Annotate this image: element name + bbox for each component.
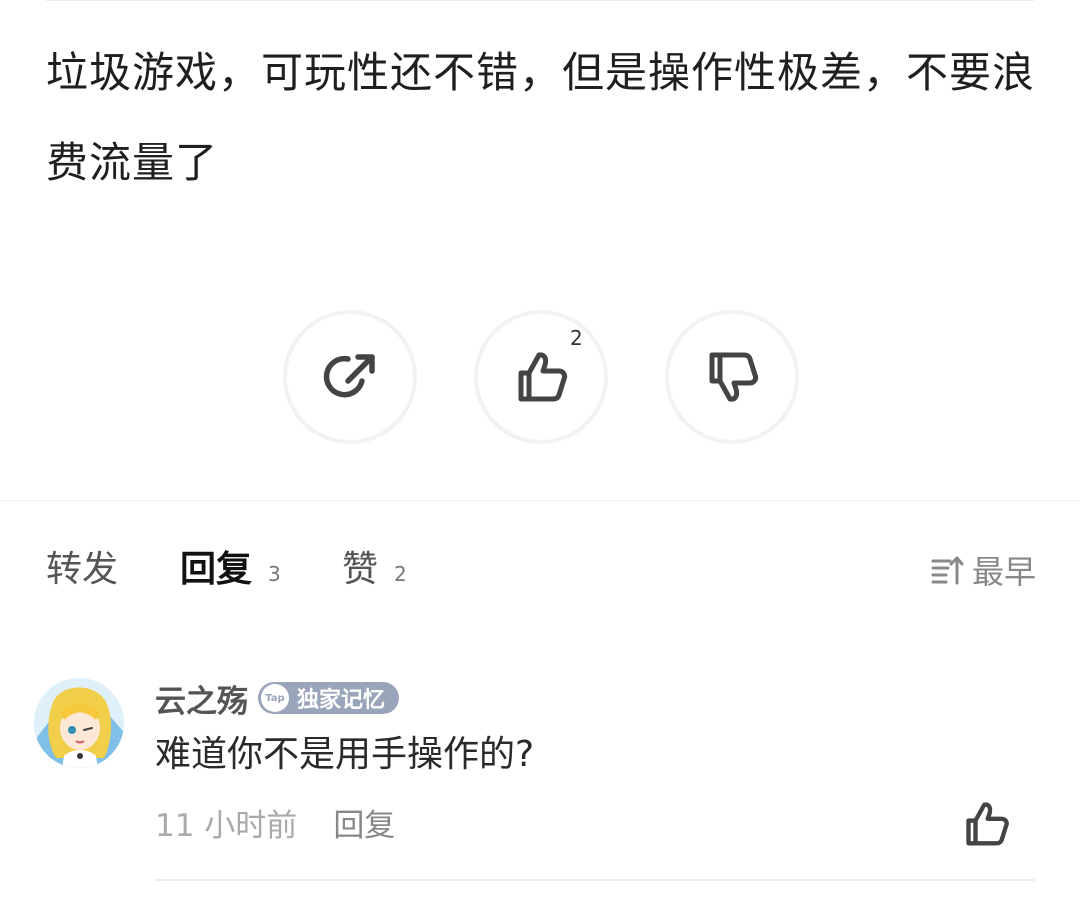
comment-tabs: 转发 回复 3 赞 2 最早 [46,540,1036,610]
tap-badge-icon: Tap [261,684,289,712]
like-count: 2 [570,326,583,350]
comment-user-row: 云之殇 Tap 独家记忆 [155,676,400,721]
action-bar: 2 [0,310,1080,446]
comment-meta: 11 小时前 回复 [155,800,395,844]
comment-body: 难道你不是用手操作的? [155,734,535,775]
comment-divider [155,879,1035,881]
badge-label: 独家记忆 [297,688,386,713]
username[interactable]: 云之殇 [155,676,248,721]
thumbs-up-icon [966,802,1009,846]
share-button[interactable] [283,310,417,444]
tab-reply-label: 回复 [180,549,253,590]
comment-item: 云之殇 Tap 独家记忆 难道你不是用手操作的? 11 小时前 回复 [0,660,1080,890]
top-divider [46,0,1034,1]
share-icon [323,354,375,398]
tab-reply-count: 3 [268,562,281,586]
comment-reply-button[interactable]: 回复 [333,800,395,845]
thumbs-down-icon [709,352,759,402]
dislike-button[interactable] [665,310,799,444]
sort-button[interactable]: 最早 [930,540,1036,600]
sort-label: 最早 [971,553,1036,591]
tab-like-count: 2 [394,562,407,586]
review-text: 垃圾游戏，可玩性还不错，但是操作性极差，不要浪费流量了 [46,48,1036,187]
comment-like-button[interactable] [958,796,1014,856]
sort-icon [931,556,964,585]
avatar-image [34,678,124,768]
tab-reply[interactable]: 回复 3 [180,540,281,604]
thumbs-up-icon [518,352,568,402]
user-badge[interactable]: Tap 独家记忆 [258,682,400,714]
comment-time: 11 小时前 [155,807,298,844]
avatar[interactable] [34,678,124,768]
tab-forward[interactable]: 转发 [46,540,118,604]
tab-like-label: 赞 [342,549,379,590]
section-divider [0,500,1080,501]
tab-like[interactable]: 赞 2 [342,540,407,604]
like-button[interactable] [474,310,608,444]
tab-forward-label: 转发 [46,549,119,590]
